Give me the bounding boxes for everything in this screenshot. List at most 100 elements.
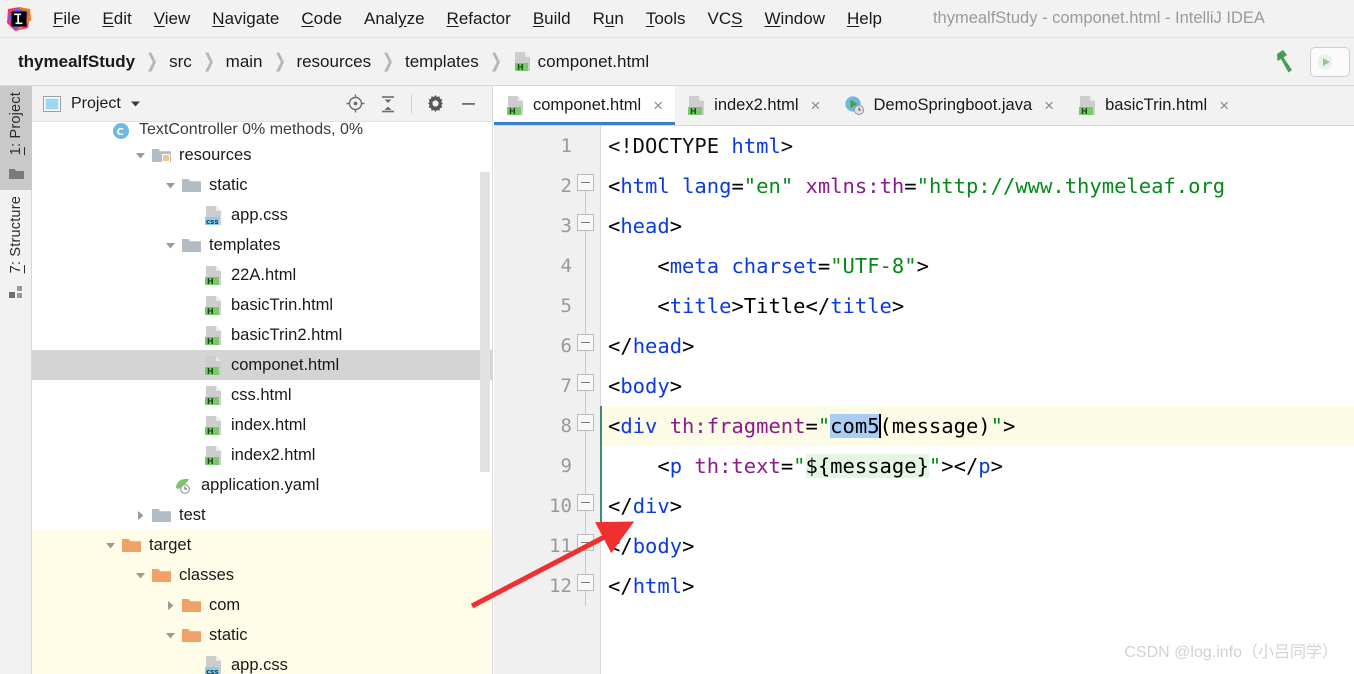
code-token: <: [608, 334, 621, 358]
menu-file[interactable]: File: [42, 6, 91, 32]
code-line-4[interactable]: < meta charset = " UTF-8 " >: [600, 246, 1354, 286]
chevron-right-icon[interactable]: [130, 509, 150, 522]
fold-marker-collapse[interactable]: [577, 534, 594, 551]
chevron-down-icon[interactable]: [130, 569, 150, 582]
tree-row-app-css[interactable]: css app.css: [32, 200, 492, 230]
tree-row-test[interactable]: test: [32, 500, 492, 530]
close-icon[interactable]: ×: [811, 97, 821, 114]
code-line-12[interactable]: < / html >: [600, 566, 1354, 606]
code-line-5[interactable]: < title > Title < / title >: [600, 286, 1354, 326]
tree-row-static[interactable]: static: [32, 170, 492, 200]
menu-build[interactable]: Build: [522, 6, 582, 32]
project-file-tree[interactable]: C TextController 0% methods, 0% resource…: [32, 122, 492, 674]
svg-text:H: H: [1081, 107, 1088, 116]
breadcrumb-item-main[interactable]: main: [226, 52, 263, 72]
code-line-10[interactable]: < / div >: [600, 486, 1354, 526]
chevron-down-icon[interactable]: [160, 239, 180, 252]
editor-tab-index2-html[interactable]: H index2.html ×: [675, 86, 833, 125]
close-icon[interactable]: ×: [1219, 97, 1229, 114]
tree-row-index2-html[interactable]: H index2.html: [32, 440, 492, 470]
code-editor[interactable]: 1 2 3 4 5 6 7 8 9 10 11 12 <!DOCTYPE htm…: [494, 126, 1354, 674]
code-line-1[interactable]: <!DOCTYPE html >: [600, 126, 1354, 166]
menu-run[interactable]: Run: [582, 6, 635, 32]
breadcrumb-item-project[interactable]: thymealfStudy: [18, 52, 135, 72]
tree-row-basictrin2-html[interactable]: H basicTrin2.html: [32, 320, 492, 350]
tree-row-classes[interactable]: classes: [32, 560, 492, 590]
editor-tab-basictrin-html[interactable]: H basicTrin.html ×: [1066, 86, 1242, 125]
menu-tools[interactable]: Tools: [635, 6, 697, 32]
fold-marker-collapse[interactable]: [577, 574, 594, 591]
editor-tab-componet-html[interactable]: H componet.html ×: [494, 86, 676, 125]
tree-row[interactable]: C TextController 0% methods, 0%: [32, 122, 492, 140]
tree-row-22a-html[interactable]: H 22A.html: [32, 260, 492, 290]
tree-row-com[interactable]: com: [32, 590, 492, 620]
breadcrumb-item-resources[interactable]: resources: [296, 52, 371, 72]
code-line-2[interactable]: < html lang = " en " xmlns:th = " http://www.thy…: [600, 166, 1354, 206]
gear-settings-icon[interactable]: [426, 94, 445, 113]
code-line-8[interactable]: < div th:fragment = " com5 (message) " >: [600, 406, 1354, 446]
chevron-down-icon[interactable]: [160, 179, 180, 192]
rail-button-structure[interactable]: 7: Structure: [0, 190, 32, 308]
html-file-icon: H: [1078, 95, 1097, 116]
minimize-icon[interactable]: [459, 94, 478, 113]
tree-row-css-html[interactable]: H css.html: [32, 380, 492, 410]
tree-row-target-static[interactable]: static: [32, 620, 492, 650]
collapse-all-icon[interactable]: [379, 95, 397, 113]
close-icon[interactable]: ×: [1044, 97, 1054, 114]
code-text-area[interactable]: <!DOCTYPE html > < html lang = " en " xmlns:th…: [600, 126, 1354, 674]
chevron-down-icon[interactable]: [130, 149, 150, 162]
menu-navigate[interactable]: Navigate: [201, 6, 290, 32]
menu-edit[interactable]: Edit: [91, 6, 142, 32]
editor-tab-demospringboot-java[interactable]: DemoSpringboot.java ×: [832, 86, 1067, 125]
svg-text:H: H: [509, 107, 516, 116]
hammer-build-icon[interactable]: [1270, 47, 1300, 77]
tree-row-componet-html[interactable]: H componet.html: [32, 350, 492, 380]
fold-marker-collapse[interactable]: [577, 174, 594, 191]
chevron-right-icon[interactable]: [160, 599, 180, 612]
chevron-down-icon[interactable]: [160, 629, 180, 642]
fold-marker-collapse[interactable]: [577, 214, 594, 231]
menu-refactor[interactable]: Refactor: [436, 6, 522, 32]
tree-row-templates[interactable]: templates: [32, 230, 492, 260]
rail-button-project[interactable]: 1: Project: [0, 86, 32, 191]
project-folder-icon: [8, 167, 24, 180]
code-token: en: [756, 174, 781, 198]
tree-row-target[interactable]: target: [32, 530, 492, 560]
tree-row-resources[interactable]: resources: [32, 140, 492, 170]
chevron-down-icon[interactable]: [129, 97, 142, 110]
menu-window[interactable]: Window: [754, 6, 836, 32]
code-token: body: [620, 374, 670, 398]
html-file-icon: H: [202, 385, 224, 406]
code-folding-column[interactable]: [572, 126, 600, 674]
menu-code[interactable]: Code: [290, 6, 353, 32]
menu-vcs[interactable]: VCS: [697, 6, 754, 32]
locate-target-icon[interactable]: [346, 94, 365, 113]
code-token: /: [620, 494, 633, 518]
breadcrumb-item-src[interactable]: src: [169, 52, 192, 72]
menu-analyze[interactable]: Analyze: [353, 6, 436, 32]
folder-icon: [180, 237, 202, 254]
fold-marker-collapse[interactable]: [577, 414, 594, 431]
fold-marker-collapse[interactable]: [577, 334, 594, 351]
code-token: <: [805, 294, 818, 318]
run-configuration-icon[interactable]: [1310, 46, 1350, 77]
fold-marker-collapse[interactable]: [577, 374, 594, 391]
chevron-down-icon[interactable]: [100, 539, 120, 552]
menu-help[interactable]: Help: [836, 6, 893, 32]
breadcrumb-item-file[interactable]: H componet.html: [513, 51, 649, 72]
close-icon[interactable]: ×: [653, 97, 663, 114]
code-line-11[interactable]: < / body >: [600, 526, 1354, 566]
tree-row-basictrin-html[interactable]: H basicTrin.html: [32, 290, 492, 320]
project-tree-scrollbar[interactable]: [480, 172, 490, 472]
code-line-3[interactable]: < head >: [600, 206, 1354, 246]
code-line-9[interactable]: < p th:text = " ${message} " > < / p >: [600, 446, 1354, 486]
tree-row-index-html[interactable]: H index.html: [32, 410, 492, 440]
code-line-6[interactable]: < / head >: [600, 326, 1354, 366]
fold-marker-collapse[interactable]: [577, 494, 594, 511]
tree-row-application-yaml[interactable]: application.yaml: [32, 470, 492, 500]
html-file-icon: H: [506, 95, 525, 116]
code-line-7[interactable]: < body >: [600, 366, 1354, 406]
tree-row-target-app-css[interactable]: css app.css: [32, 650, 492, 674]
menu-view[interactable]: View: [143, 6, 202, 32]
breadcrumb-item-templates[interactable]: templates: [405, 52, 479, 72]
